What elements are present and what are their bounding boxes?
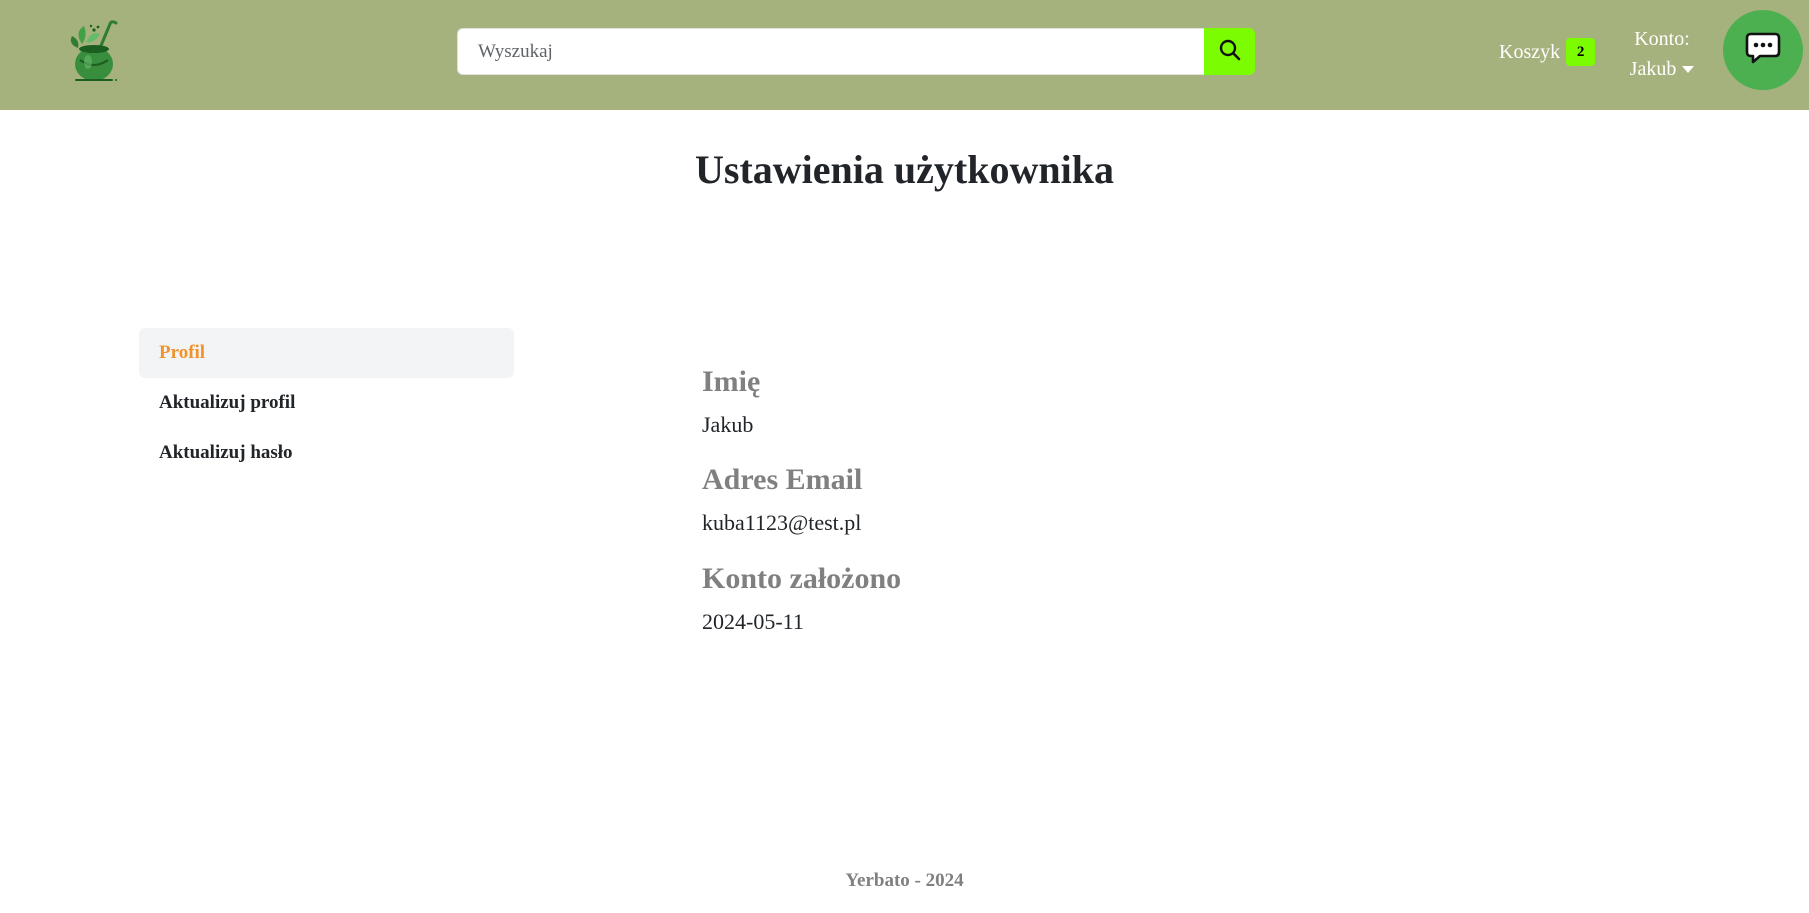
field-value: Jakub <box>702 412 754 437</box>
search-button[interactable] <box>1204 28 1255 75</box>
profile-details: Imię Jakub Adres Email kuba1123@test.pl … <box>702 364 1402 659</box>
search-input[interactable] <box>457 28 1204 75</box>
field-label: Konto założono <box>702 561 902 595</box>
account-username: Jakub <box>1629 58 1677 80</box>
footer-text: Yerbato - 2024 <box>845 870 964 891</box>
sidebar-item-update-profile[interactable]: Aktualizuj profil <box>139 378 514 428</box>
cart-label: Koszyk <box>1499 40 1561 63</box>
cart-count-badge: 2 <box>1566 38 1596 66</box>
profile-field-created: Konto założono 2024-05-11 <box>702 561 1402 635</box>
account-menu: Konto: Jakub <box>1622 24 1702 84</box>
field-label: Adres Email <box>702 463 863 497</box>
search-bar <box>457 28 1255 75</box>
field-value: kuba1123@test.pl <box>702 510 862 536</box>
field-value: 2024-05-11 <box>702 608 804 634</box>
account-dropdown-toggle[interactable]: Jakub <box>1630 54 1695 84</box>
sidebar-item-update-password[interactable]: Aktualizuj hasło <box>139 428 514 478</box>
logo-icon[interactable] <box>66 18 126 84</box>
navbar: Koszyk 2 Konto: Jakub <box>0 0 1809 110</box>
cart-link[interactable]: Koszyk 2 <box>1499 38 1596 66</box>
profile-field-name: Imię Jakub <box>702 364 1402 438</box>
page-title: Ustawienia użytkownika <box>695 147 1114 192</box>
search-icon <box>1219 39 1241 64</box>
account-label: Konto: <box>1634 28 1690 50</box>
chat-bubble-icon <box>1745 31 1781 70</box>
caret-down-icon <box>1682 65 1695 73</box>
field-label: Imię <box>702 365 761 398</box>
settings-sidebar: Profil Aktualizuj profil Aktualizuj hasł… <box>139 328 514 478</box>
profile-field-email: Adres Email kuba1123@test.pl <box>702 462 1402 536</box>
chat-button[interactable] <box>1723 10 1803 90</box>
sidebar-item-profile[interactable]: Profil <box>139 328 514 378</box>
